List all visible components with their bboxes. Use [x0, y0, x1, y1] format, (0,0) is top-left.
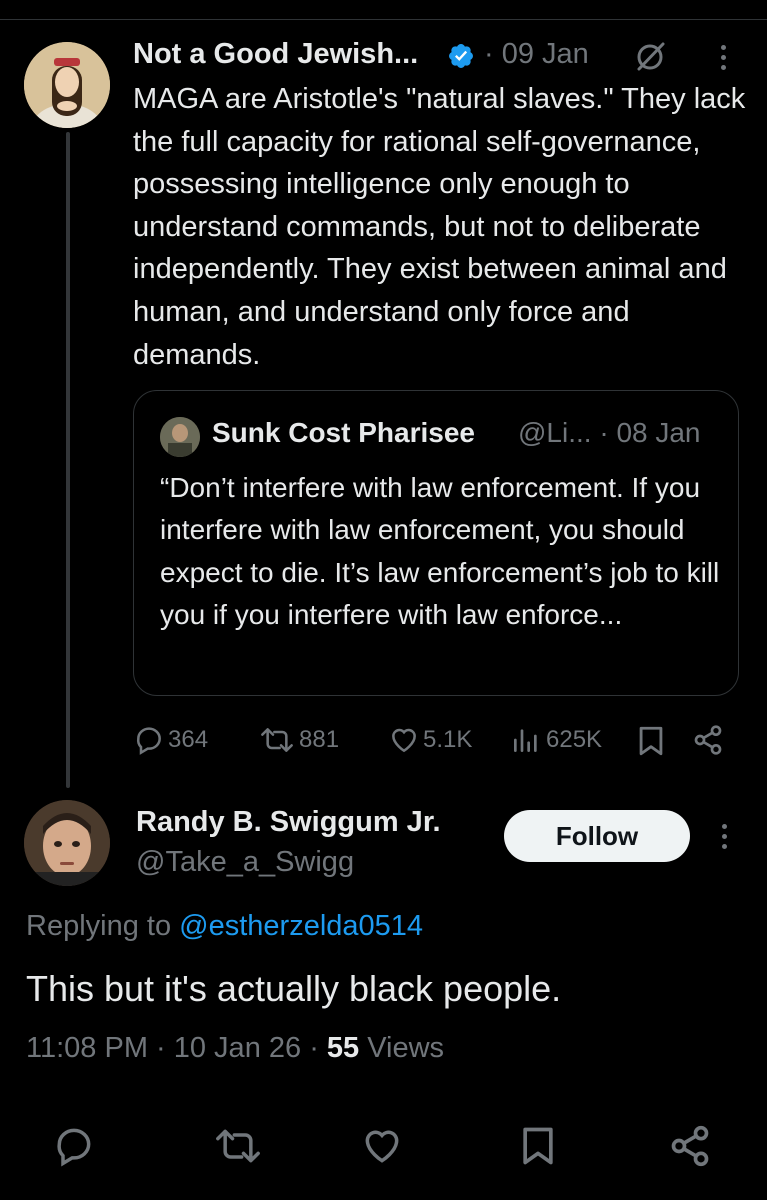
author-name[interactable]: Not a Good Jewish...: [133, 38, 418, 71]
quoted-tweet-card[interactable]: Sunk Cost Pharisee @Li... · 08 Jan “Don’…: [133, 390, 739, 696]
grok-icon[interactable]: [633, 40, 667, 74]
reply-icon: [136, 727, 161, 755]
views-icon: [514, 729, 537, 752]
reply-button[interactable]: 364: [133, 724, 208, 756]
share-icon[interactable]: [692, 724, 724, 756]
views-count: 625K: [546, 726, 603, 753]
quoted-author-avatar: [160, 417, 200, 457]
verified-badge-icon: [449, 44, 473, 68]
bottom-share-icon[interactable]: [668, 1124, 712, 1168]
bottom-like-icon[interactable]: [360, 1124, 404, 1168]
quoted-tweet-text: “Don’t interfere with law enforcement. I…: [160, 472, 720, 631]
reply-count: 364: [168, 726, 209, 753]
tweet-text: MAGA are Aristotle's "natural slaves." T…: [133, 83, 746, 371]
reply-time: 11:08 PM · 10 Jan 26 ·: [26, 1032, 327, 1064]
reply-author-name[interactable]: Randy B. Swiggum Jr.: [136, 806, 441, 839]
reply-author-avatar[interactable]: [24, 800, 110, 886]
tweet-more-icon[interactable]: [718, 45, 728, 75]
bottom-bookmark-icon[interactable]: [516, 1124, 560, 1168]
author-avatar[interactable]: [24, 42, 110, 128]
reply-author-handle[interactable]: @Take_a_Swigg: [136, 846, 354, 879]
bookmark-icon[interactable]: [636, 724, 666, 758]
replying-to-handle-link[interactable]: @estherzelda0514: [179, 910, 423, 942]
reply-more-icon[interactable]: [719, 824, 729, 854]
reply-views-count: 55: [326, 1032, 360, 1064]
reply-timestamp: 11:08 PM · 10 Jan 26 · 55 Views: [26, 1032, 444, 1065]
like-count: 5.1K: [423, 726, 473, 753]
top-divider: [0, 19, 767, 20]
tweet-date: · 09 Jan: [484, 38, 589, 70]
repost-button[interactable]: 881: [258, 724, 339, 756]
follow-button[interactable]: Follow: [504, 810, 690, 862]
quoted-handle-date: @Li... · 08 Jan: [518, 417, 701, 448]
reply-text: This but it's actually black people.: [26, 968, 562, 1009]
like-button[interactable]: 5.1K: [388, 724, 472, 756]
quoted-author-name: Sunk Cost Pharisee: [212, 417, 475, 448]
thread-connector-line: [66, 132, 70, 788]
repost-count: 881: [299, 726, 340, 753]
repost-icon: [261, 728, 293, 752]
like-icon: [392, 728, 416, 753]
bottom-repost-icon[interactable]: [212, 1124, 264, 1168]
replying-to-line: Replying to @estherzelda0514: [26, 910, 423, 943]
replying-to-label: Replying to: [26, 910, 180, 942]
views-button[interactable]: 625K: [509, 724, 602, 756]
reply-views-label: Views: [359, 1032, 445, 1064]
bottom-reply-icon[interactable]: [52, 1124, 96, 1168]
